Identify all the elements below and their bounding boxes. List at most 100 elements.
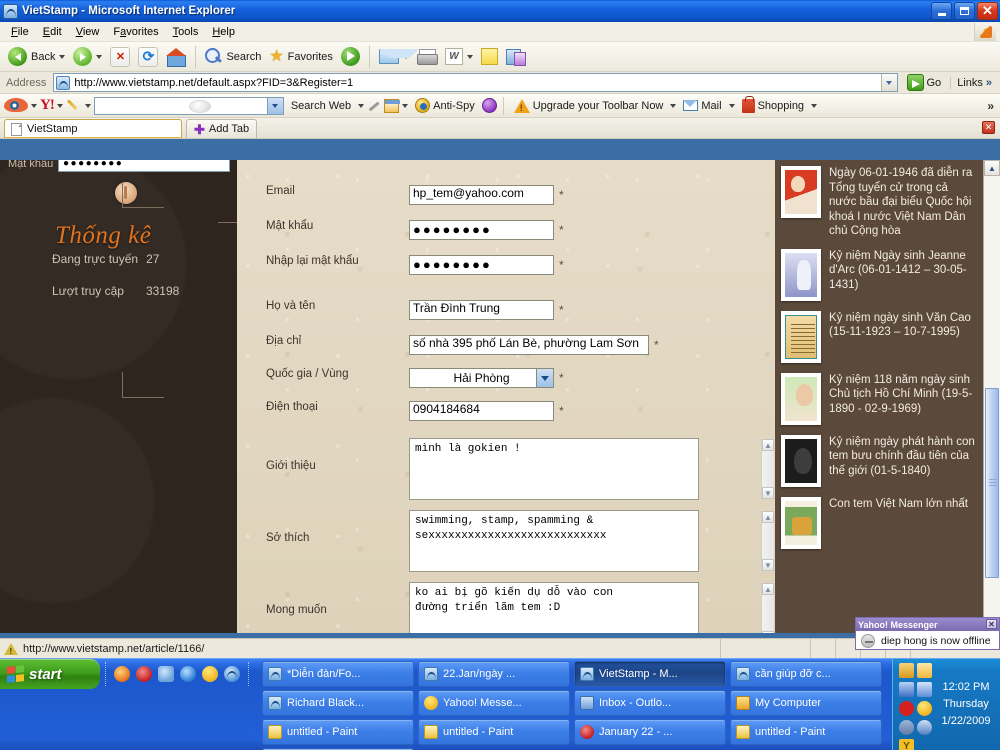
forward-button[interactable] — [69, 45, 106, 68]
edit-word-button[interactable]: W — [441, 46, 477, 67]
mail-button[interactable] — [375, 47, 419, 66]
tray-users-icon[interactable] — [917, 682, 932, 697]
news-item[interactable]: Kỷ niệm Ngày sinh Jeanne d'Arc (06-01-14… — [781, 248, 975, 301]
scroll-up-icon[interactable]: ▲ — [762, 511, 774, 523]
taskbar-button[interactable]: *Diễn đàn/Fo... — [262, 661, 414, 687]
yahoo-mail-button[interactable]: Mail — [679, 99, 725, 113]
popup-blocker-icon[interactable] — [384, 98, 401, 113]
firefox-icon[interactable] — [114, 666, 130, 682]
messenger-button[interactable] — [502, 46, 529, 68]
yahoo-overflow-button[interactable]: » — [987, 99, 994, 113]
yahoo-mail-dropdown-icon[interactable] — [728, 103, 735, 108]
input-phone[interactable]: 0904184684 — [409, 401, 554, 421]
input-address[interactable]: số nhà 395 phố Lán Bè, phường Lam Sơn — [409, 335, 649, 355]
taskbar-button[interactable]: My Computer — [730, 690, 882, 716]
minimize-button[interactable] — [931, 2, 952, 20]
media-player-icon[interactable] — [180, 666, 196, 682]
taskbar-button-active[interactable]: VietStamp - M... — [574, 661, 726, 687]
scroll-up-icon[interactable]: ▲ — [762, 583, 774, 595]
news-item[interactable]: Kỷ niệm ngày phát hành con tem bưu chính… — [781, 434, 975, 487]
print-button[interactable] — [413, 47, 441, 67]
scroll-down-icon[interactable]: ▼ — [762, 559, 774, 571]
textarea-hobby-scrollbar[interactable]: ▲ ▼ — [761, 511, 774, 571]
news-item[interactable]: Con tem Việt Nam lớn nhất — [781, 496, 975, 549]
taskbar-button[interactable]: cần giúp đỡ c... — [730, 661, 882, 687]
textarea-intro-scrollbar[interactable]: ▲ ▼ — [761, 439, 774, 499]
news-item[interactable]: Kỷ niệm ngày sinh Văn Cao (15-11-1923 – … — [781, 310, 975, 363]
taskbar-button[interactable]: January 22 - ... — [574, 719, 726, 745]
textarea-wish-scrollbar[interactable]: ▲ ▼ — [761, 583, 774, 633]
scroll-down-icon[interactable]: ▼ — [762, 487, 774, 499]
stop-button[interactable] — [106, 45, 134, 69]
yahoo-messenger-icon[interactable] — [202, 666, 218, 682]
scroll-down-icon[interactable]: ▼ — [762, 631, 774, 633]
yahoo-shopping-button[interactable]: Shopping — [738, 95, 809, 114]
page-scrollbar[interactable]: ▲ ▼ — [983, 160, 1000, 633]
taskbar-button[interactable]: Yahoo! Messe... — [418, 690, 570, 716]
pencil-icon[interactable] — [367, 99, 381, 113]
tray-network-icon[interactable] — [899, 682, 914, 697]
tab-vietstamp[interactable]: VietStamp — [4, 119, 182, 138]
close-button[interactable]: ✕ — [977, 2, 998, 20]
go-button[interactable]: Go — [901, 74, 948, 91]
tray-update-icon[interactable] — [899, 663, 914, 678]
page-scroll-up-button[interactable]: ▲ — [984, 160, 1000, 176]
taskbar-button[interactable]: untitled - Paint — [262, 719, 414, 745]
clipped-password-input[interactable]: ●●●●●●●● — [58, 160, 230, 172]
home-button[interactable] — [162, 46, 190, 68]
popup-blocker-dropdown-icon[interactable] — [402, 103, 409, 108]
taskbar-button[interactable]: untitled - Paint — [730, 719, 882, 745]
maximize-button[interactable] — [954, 2, 975, 20]
add-tab-button[interactable]: ✚ Add Tab — [186, 119, 258, 138]
favorites-button[interactable]: ★ Favorites — [265, 47, 337, 67]
upgrade-dropdown-icon[interactable] — [670, 103, 677, 108]
tab-bar-close-button[interactable]: ✕ — [982, 121, 995, 134]
menu-file[interactable]: FFileile — [4, 24, 36, 40]
menu-favorites[interactable]: Favorites — [106, 24, 165, 40]
taskbar-button[interactable]: untitled - Paint — [418, 719, 570, 745]
edit-dropdown-icon[interactable] — [466, 54, 473, 59]
internet-explorer-icon[interactable] — [224, 666, 240, 682]
address-dropdown-button[interactable] — [880, 74, 897, 91]
tray-messenger-icon[interactable] — [917, 701, 932, 716]
textarea-wish[interactable]: ko ai bị gõ kiến dụ dỗ vào con đường tri… — [409, 582, 699, 633]
tray-antivirus-icon[interactable] — [899, 701, 914, 716]
tray-yahoo-icon[interactable]: Y — [899, 739, 914, 750]
tray-audio-icon[interactable] — [917, 720, 932, 735]
search-web-dropdown-icon[interactable] — [358, 103, 365, 108]
chevron-down-icon[interactable] — [536, 369, 553, 387]
search-web-button[interactable]: Search Web — [287, 99, 355, 113]
messenger-popup-close-button[interactable]: ✕ — [986, 619, 997, 629]
taskbar-button[interactable]: 22.Jan/ngày ... — [418, 661, 570, 687]
explorer-icon[interactable] — [158, 666, 174, 682]
textarea-intro[interactable]: mình là gokien ! — [409, 438, 699, 500]
links-button[interactable]: Links » — [950, 76, 998, 89]
input-password[interactable]: ●●●●●●●● — [409, 220, 554, 240]
news-item[interactable]: Kỷ niệm 118 năm ngày sinh Chủ tịch Hồ Ch… — [781, 372, 975, 425]
taskbar-button[interactable]: Richard Black... — [262, 690, 414, 716]
notes-button[interactable] — [477, 46, 502, 67]
refresh-button[interactable] — [134, 45, 162, 69]
back-dropdown-icon[interactable] — [59, 54, 66, 59]
highlighter-icon[interactable] — [66, 98, 82, 113]
tray-clock-sync-icon[interactable] — [899, 720, 914, 735]
menu-help[interactable]: Help — [205, 24, 242, 40]
yahoo-shopping-dropdown-icon[interactable] — [811, 103, 818, 108]
upgrade-toolbar-button[interactable]: Upgrade your Toolbar Now — [510, 98, 668, 114]
forward-dropdown-icon[interactable] — [96, 54, 103, 59]
tray-clock[interactable]: 12:02 PM Thursday 1/22/2009 — [937, 663, 995, 750]
page-scroll-thumb[interactable] — [985, 388, 999, 578]
opera-icon[interactable] — [136, 666, 152, 682]
yahoo-search-input[interactable] — [93, 96, 284, 115]
yahoo-eye-dropdown-icon[interactable] — [31, 103, 37, 108]
textarea-hobby[interactable]: swimming, stamp, spamming & sexxxxxxxxxx… — [409, 510, 699, 572]
news-item[interactable]: Ngày 06-01-1946 đã diễn ra Tổng tuyển cử… — [781, 166, 975, 239]
input-confirm-password[interactable]: ●●●●●●●● — [409, 255, 554, 275]
address-input[interactable]: http://www.vietstamp.net/default.aspx?FI… — [53, 73, 898, 92]
yahoo-extras-icon[interactable] — [481, 98, 497, 113]
back-button[interactable]: Back — [4, 45, 69, 68]
start-button[interactable]: start — [0, 659, 100, 689]
anti-spy-button[interactable]: Anti-Spy — [411, 97, 479, 114]
input-email[interactable]: hp_tem@yahoo.com — [409, 185, 554, 205]
menu-tools[interactable]: Tools — [166, 24, 206, 40]
